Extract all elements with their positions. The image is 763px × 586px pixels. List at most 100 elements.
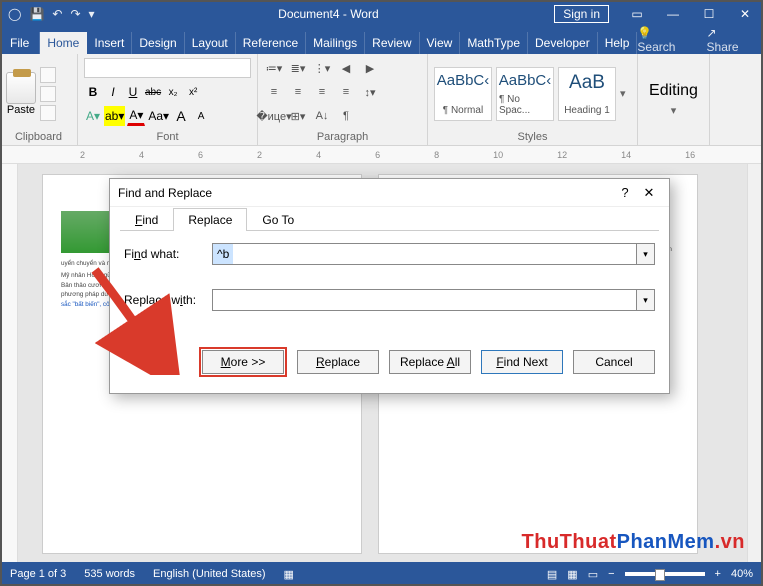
- tab-insert[interactable]: Insert: [87, 32, 132, 54]
- line-spacing-button[interactable]: ↕▾: [360, 82, 380, 102]
- find-what-input[interactable]: [212, 243, 637, 265]
- group-label-clipboard: Clipboard: [6, 129, 71, 143]
- bold-button[interactable]: B: [84, 82, 102, 102]
- maximize-icon[interactable]: ☐: [691, 7, 727, 21]
- borders-button[interactable]: ⊞▾: [288, 106, 308, 126]
- tab-design[interactable]: Design: [132, 32, 184, 54]
- view-web-icon[interactable]: ▭: [588, 568, 598, 581]
- zoom-level[interactable]: 40%: [731, 568, 753, 580]
- decrease-indent-button[interactable]: ◀: [336, 58, 356, 78]
- highlight-button[interactable]: ab▾: [104, 106, 125, 126]
- italic-button[interactable]: I: [104, 82, 122, 102]
- zoom-out-icon[interactable]: −: [608, 568, 614, 580]
- autosave-toggle[interactable]: ◯: [8, 7, 21, 21]
- tab-references[interactable]: Reference: [236, 32, 306, 54]
- strikethrough-button[interactable]: abc: [144, 82, 162, 102]
- style-normal[interactable]: AaBbC‹ ¶ Normal: [434, 67, 492, 121]
- subscript-button[interactable]: x₂: [164, 82, 182, 102]
- tab-developer[interactable]: Developer: [528, 32, 598, 54]
- macro-icon[interactable]: ▦: [284, 568, 294, 581]
- style-no-spacing[interactable]: AaBbC‹ ¶ No Spac...: [496, 67, 554, 121]
- shading-button[interactable]: �ице▾: [264, 106, 284, 126]
- tab-layout[interactable]: Layout: [185, 32, 236, 54]
- find-what-label: Find what:: [124, 247, 212, 261]
- tab-mailings[interactable]: Mailings: [306, 32, 365, 54]
- shrink-font-button[interactable]: A: [192, 106, 210, 126]
- superscript-button[interactable]: x²: [184, 82, 202, 102]
- undo-icon[interactable]: ↶: [52, 7, 62, 21]
- close-icon[interactable]: ✕: [727, 7, 763, 21]
- bullets-button[interactable]: ≔▾: [264, 58, 284, 78]
- clipboard-icon: [6, 72, 36, 104]
- zoom-in-icon[interactable]: +: [715, 568, 721, 580]
- status-page[interactable]: Page 1 of 3: [10, 568, 66, 580]
- grow-font-button[interactable]: A: [172, 106, 190, 126]
- vertical-ruler[interactable]: [0, 164, 18, 564]
- cut-icon[interactable]: [40, 67, 56, 83]
- group-styles: AaBbC‹ ¶ Normal AaBbC‹ ¶ No Spac... AaB …: [428, 54, 638, 145]
- cancel-button[interactable]: Cancel: [573, 350, 655, 374]
- find-next-button[interactable]: Find Next: [481, 350, 563, 374]
- editing-chevron-icon[interactable]: ▾: [671, 104, 677, 117]
- align-right-button[interactable]: ≡: [312, 82, 332, 102]
- copy-icon[interactable]: [40, 86, 56, 102]
- watermark: ThuThuatPhanMem.vn: [522, 531, 745, 554]
- dialog-tab-replace[interactable]: Replace: [173, 208, 247, 231]
- group-paragraph: ≔▾ ≣▾ ⋮▾ ◀ ▶ ≡ ≡ ≡ ≡ ↕▾ �ице▾ ⊞▾ A↓ ¶ Pa…: [258, 54, 428, 145]
- dialog-close-icon[interactable]: ✕: [637, 185, 661, 201]
- paste-button[interactable]: Paste: [6, 72, 36, 116]
- group-editing: Editing ▾: [638, 54, 710, 145]
- tab-mathtype[interactable]: MathType: [460, 32, 528, 54]
- status-language[interactable]: English (United States): [153, 568, 266, 580]
- font-picker[interactable]: [84, 58, 251, 78]
- group-label-paragraph: Paragraph: [264, 129, 421, 143]
- dialog-help-icon[interactable]: ?: [613, 185, 637, 200]
- tab-view[interactable]: View: [420, 32, 461, 54]
- editing-button[interactable]: Editing: [649, 82, 698, 100]
- view-read-icon[interactable]: ▤: [547, 568, 557, 581]
- tab-help[interactable]: Help: [598, 32, 638, 54]
- signin-button[interactable]: Sign in: [554, 5, 609, 23]
- dialog-tab-find[interactable]: Find: [120, 208, 173, 231]
- redo-icon[interactable]: ↷: [70, 7, 80, 21]
- replace-with-input[interactable]: [212, 289, 637, 311]
- tab-review[interactable]: Review: [365, 32, 419, 54]
- format-painter-icon[interactable]: [40, 105, 56, 121]
- qat-more-icon[interactable]: ▾: [89, 7, 95, 21]
- find-history-dropdown[interactable]: ▾: [637, 243, 655, 265]
- justify-button[interactable]: ≡: [336, 82, 356, 102]
- more-button[interactable]: More >>: [202, 350, 284, 374]
- share-button[interactable]: ↗ Share: [707, 26, 751, 54]
- styles-more-icon[interactable]: ▾: [620, 87, 626, 100]
- show-marks-button[interactable]: ¶: [336, 106, 356, 126]
- font-color-button[interactable]: A▾: [127, 106, 145, 126]
- tell-me-search[interactable]: 💡 Search: [637, 26, 692, 54]
- vertical-scrollbar[interactable]: [747, 164, 763, 564]
- replace-with-label: Replace with:: [124, 293, 212, 307]
- tab-home[interactable]: Home: [40, 32, 87, 54]
- group-font: B I U abc x₂ x² A▾ ab▾ A▾ Aa▾ A A Font: [78, 54, 258, 145]
- style-heading1[interactable]: AaB Heading 1: [558, 67, 616, 121]
- underline-button[interactable]: U: [124, 82, 142, 102]
- dialog-tab-goto[interactable]: Go To: [247, 208, 309, 231]
- change-case-button[interactable]: Aa▾: [147, 106, 170, 126]
- replace-button[interactable]: Replace: [297, 350, 379, 374]
- align-left-button[interactable]: ≡: [264, 82, 284, 102]
- horizontal-ruler[interactable]: 246 246 81012 1416: [0, 146, 763, 164]
- zoom-slider[interactable]: [625, 572, 705, 576]
- tab-file[interactable]: File: [0, 32, 40, 54]
- status-words[interactable]: 535 words: [84, 568, 135, 580]
- align-center-button[interactable]: ≡: [288, 82, 308, 102]
- save-icon[interactable]: 💾: [29, 7, 44, 21]
- minimize-icon[interactable]: —: [655, 7, 691, 21]
- sort-button[interactable]: A↓: [312, 106, 332, 126]
- view-print-icon[interactable]: ▦: [567, 568, 577, 581]
- replace-history-dropdown[interactable]: ▾: [637, 289, 655, 311]
- text-effects-button[interactable]: A▾: [84, 106, 102, 126]
- ribbon-options-icon[interactable]: ▭: [619, 7, 655, 21]
- replace-all-button[interactable]: Replace All: [389, 350, 471, 374]
- increase-indent-button[interactable]: ▶: [360, 58, 380, 78]
- numbering-button[interactable]: ≣▾: [288, 58, 308, 78]
- multilevel-button[interactable]: ⋮▾: [312, 58, 332, 78]
- status-bar: Page 1 of 3 535 words English (United St…: [0, 562, 763, 586]
